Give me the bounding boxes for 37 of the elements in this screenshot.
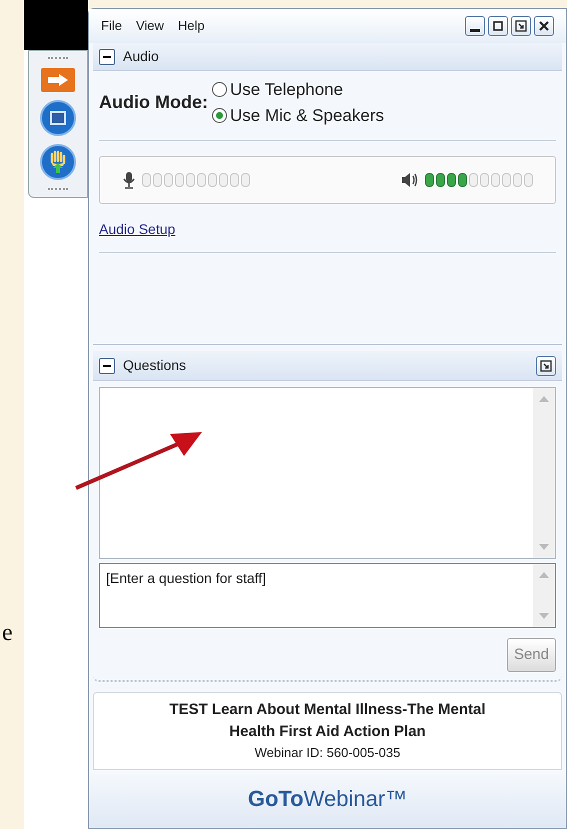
close-button[interactable]: [534, 16, 554, 36]
restore-button[interactable]: [511, 16, 531, 36]
screen-button[interactable]: [40, 100, 76, 136]
restore-icon: [538, 358, 554, 374]
raise-hand-button[interactable]: [40, 144, 76, 180]
maximize-icon: [490, 18, 506, 34]
panel-title: Audio: [123, 47, 159, 66]
screen-icon: [50, 111, 66, 125]
radio-button[interactable]: [212, 82, 227, 98]
menu-item[interactable]: View: [136, 16, 164, 36]
webinar-id: Webinar ID: 560-005-035: [254, 744, 400, 762]
panel-title: Questions: [123, 356, 186, 375]
logo: GoToWebinar™: [248, 785, 408, 814]
webinar-title: TEST Learn About Mental Illness-The Mental Health First Aid Action Plan: [168, 700, 487, 742]
radio-label: Use Telephone: [230, 79, 344, 101]
restore-icon: [513, 18, 529, 34]
slide-text: e: [1, 619, 14, 648]
arrow-button[interactable]: [41, 68, 75, 92]
restore-button[interactable]: [536, 356, 556, 376]
arrow-icon: [46, 73, 70, 87]
maximize-button[interactable]: [488, 16, 508, 36]
grip-icon: [48, 188, 68, 191]
collapse-button[interactable]: [99, 48, 115, 64]
minimize-icon: [470, 28, 480, 32]
question-input[interactable]: [Enter a question for staff]: [99, 563, 556, 628]
radio-button[interactable]: [212, 108, 227, 123]
dark-panel: [24, 0, 88, 50]
radio-label: Use Mic & Speakers: [230, 104, 384, 126]
menu-item[interactable]: Help: [178, 16, 205, 36]
grip-icon: [48, 57, 68, 60]
microphone-icon: [122, 171, 136, 189]
menu-item[interactable]: File: [101, 16, 122, 36]
minimize-button[interactable]: [465, 16, 485, 36]
audio-setup-link[interactable]: Audio Setup: [99, 221, 176, 237]
speaker-icon: [401, 172, 419, 188]
collapse-button[interactable]: [99, 358, 115, 374]
audio-mode-label: Audio Mode:: [99, 91, 208, 114]
